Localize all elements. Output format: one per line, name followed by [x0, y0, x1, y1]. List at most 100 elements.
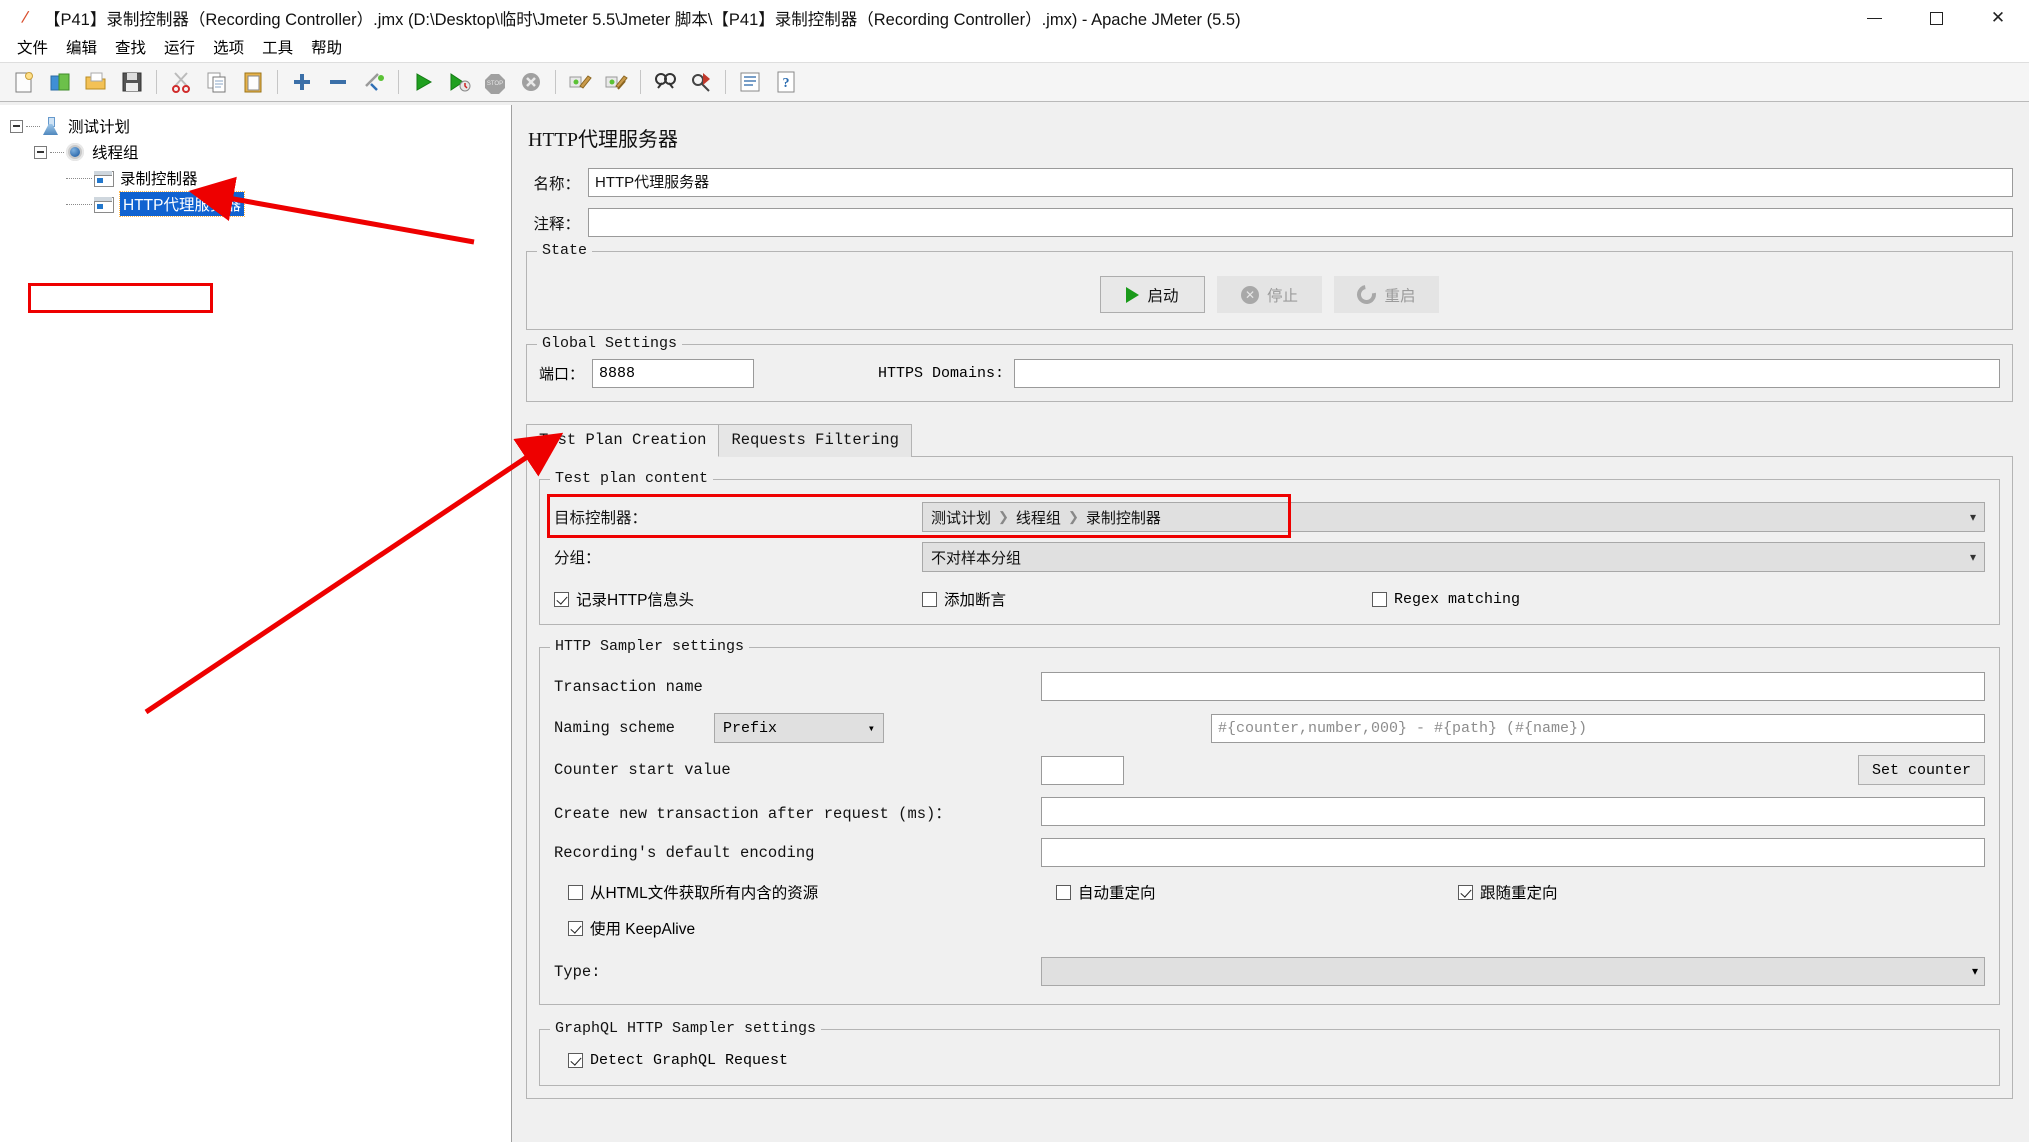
comment-input[interactable] [588, 208, 2013, 237]
stop-button-label: 停止 [1266, 287, 1298, 305]
toggle-icon[interactable] [358, 66, 390, 98]
name-input[interactable]: HTTP代理服务器 [588, 168, 2013, 197]
chevron-down-icon: ▾ [1971, 964, 1978, 978]
tree-expand-handle[interactable] [34, 145, 47, 159]
menu-help[interactable]: 帮助 [302, 37, 351, 61]
naming-pattern-input[interactable]: #{counter,number,000} - #{path} (#{name}… [1211, 713, 1985, 743]
search-icon[interactable] [649, 66, 681, 98]
tree-node-recording-controller[interactable]: 录制控制器 [66, 165, 511, 191]
naming-scheme-label: Naming scheme [554, 719, 675, 737]
chevron-down-icon: ▾ [1969, 510, 1976, 524]
start-no-pauses-icon[interactable] [443, 66, 475, 98]
close-button[interactable]: ✕ [1967, 0, 2029, 36]
transaction-name-input[interactable] [1041, 672, 1985, 701]
toolbar-separator [277, 70, 278, 94]
stop-proxy-button[interactable]: 停止 [1217, 276, 1322, 313]
grouping-row: 分组： 不对样本分组 ▾ [554, 542, 1985, 572]
clear-all-icon[interactable] [600, 66, 632, 98]
regex-matching-checkbox[interactable]: Regex matching [1372, 591, 1520, 608]
tree-node-label: 测试计划 [68, 119, 131, 136]
toolbar-separator [555, 70, 556, 94]
restart-proxy-button[interactable]: 重启 [1334, 276, 1439, 313]
checkbox-label: Detect GraphQL Request [590, 1052, 789, 1069]
tree-node-thread-group[interactable]: 线程组 [34, 139, 511, 165]
default-encoding-input[interactable] [1041, 838, 1985, 867]
start-button-label: 启动 [1147, 287, 1179, 305]
tree-node-http-proxy-server[interactable]: HTTP代理服务器 [66, 191, 511, 217]
start-icon[interactable] [407, 66, 439, 98]
target-controller-breadcrumb: 测试计划 ❯ 线程组 ❯ 录制控制器 [931, 507, 1161, 528]
menu-file[interactable]: 文件 [8, 37, 57, 61]
checkbox-label: 添加断言 [944, 592, 1007, 609]
type-select[interactable]: ▾ [1041, 957, 1985, 986]
tab-requests-filtering[interactable]: Requests Filtering [718, 424, 912, 457]
minimize-button[interactable] [1843, 0, 1905, 36]
chevron-down-icon: ▾ [867, 721, 875, 736]
retrieve-embedded-resources-checkbox[interactable]: 从HTML文件获取所有内含的资源 [568, 881, 1056, 903]
new-icon[interactable] [8, 66, 40, 98]
counter-start-input[interactable] [1041, 755, 1124, 785]
save-icon[interactable] [116, 66, 148, 98]
global-settings-row: 端口： 8888 HTTPS Domains: [539, 359, 2000, 388]
start-proxy-button[interactable]: 启动 [1100, 276, 1205, 313]
graphql-settings-title: GraphQL HTTP Sampler settings [550, 1020, 822, 1037]
tree-connector [66, 177, 92, 179]
comment-label: 注释： [533, 215, 580, 233]
naming-scheme-select[interactable]: Prefix ▾ [714, 713, 884, 743]
search-reset-icon[interactable] [685, 66, 717, 98]
page-title: HTTP代理服务器 [528, 129, 678, 151]
tree-expand-handle[interactable] [10, 119, 23, 133]
set-counter-button[interactable]: Set counter [1857, 755, 1985, 785]
maximize-button[interactable] [1905, 0, 1967, 36]
port-input[interactable]: 8888 [592, 359, 755, 388]
svg-text:?: ? [783, 76, 790, 91]
clear-icon[interactable] [564, 66, 596, 98]
checkbox-box [568, 920, 583, 936]
capture-http-headers-checkbox[interactable]: 记录HTTP信息头 [554, 588, 922, 610]
function-helper-icon[interactable] [734, 66, 766, 98]
target-controller-select[interactable]: 测试计划 ❯ 线程组 ❯ 录制控制器 ▾ [922, 502, 1985, 532]
name-label: 名称： [533, 175, 580, 193]
templates-icon[interactable] [44, 66, 76, 98]
create-new-transaction-row: Create new transaction after request (ms… [554, 797, 1985, 826]
stop-icon[interactable]: STOP [479, 66, 511, 98]
menu-run[interactable]: 运行 [155, 37, 204, 61]
naming-scheme-row: Naming scheme Prefix ▾ #{counter,number,… [554, 713, 1985, 743]
grouping-value: 不对样本分组 [931, 549, 1022, 567]
menu-tools[interactable]: 工具 [253, 37, 302, 61]
svg-text:STOP: STOP [487, 81, 503, 87]
help-icon[interactable]: ? [770, 66, 802, 98]
detect-graphql-request-checkbox[interactable]: Detect GraphQL Request [568, 1052, 1985, 1069]
toolbar-separator [156, 70, 157, 94]
grouping-select[interactable]: 不对样本分组 ▾ [922, 542, 1985, 572]
tab-test-plan-creation[interactable]: Test Plan Creation [526, 424, 720, 457]
http-sampler-settings-title: HTTP Sampler settings [550, 638, 750, 655]
window-controls: ✕ [1843, 0, 2029, 36]
copy-icon[interactable] [201, 66, 233, 98]
shutdown-icon[interactable] [515, 66, 547, 98]
http-proxy-icon [92, 193, 114, 215]
cut-icon[interactable] [165, 66, 197, 98]
jmeter-feather-icon: / [20, 6, 30, 28]
title-bar: / 【P41】录制控制器（Recording Controller）.jmx (… [0, 0, 2029, 36]
paste-icon[interactable] [237, 66, 269, 98]
menu-search[interactable]: 查找 [106, 37, 155, 61]
create-new-transaction-input[interactable] [1041, 797, 1985, 826]
redirect-automatically-checkbox[interactable]: 自动重定向 [1056, 881, 1458, 903]
expand-all-icon[interactable] [286, 66, 318, 98]
name-row: 名称： HTTP代理服务器 [526, 168, 2013, 197]
https-domains-label: HTTPS Domains: [878, 365, 1005, 382]
tree-node-test-plan[interactable]: 测试计划 [10, 113, 511, 139]
chevron-down-icon: ▾ [1969, 550, 1976, 564]
use-keepalive-checkbox[interactable]: 使用 KeepAlive [568, 917, 695, 939]
open-icon[interactable] [80, 66, 112, 98]
add-assertions-checkbox[interactable]: 添加断言 [922, 588, 1372, 610]
follow-redirects-checkbox[interactable]: 跟随重定向 [1458, 881, 1558, 903]
collapse-all-icon[interactable] [322, 66, 354, 98]
checkbox-box [1372, 591, 1387, 607]
global-settings-title: Global Settings [537, 335, 683, 352]
https-domains-input[interactable] [1014, 359, 2000, 388]
menu-edit[interactable]: 编辑 [57, 37, 106, 61]
target-controller-row: 目标控制器： 测试计划 ❯ 线程组 ❯ 录制控制器 ▾ [547, 494, 1985, 538]
menu-options[interactable]: 选项 [204, 37, 253, 61]
